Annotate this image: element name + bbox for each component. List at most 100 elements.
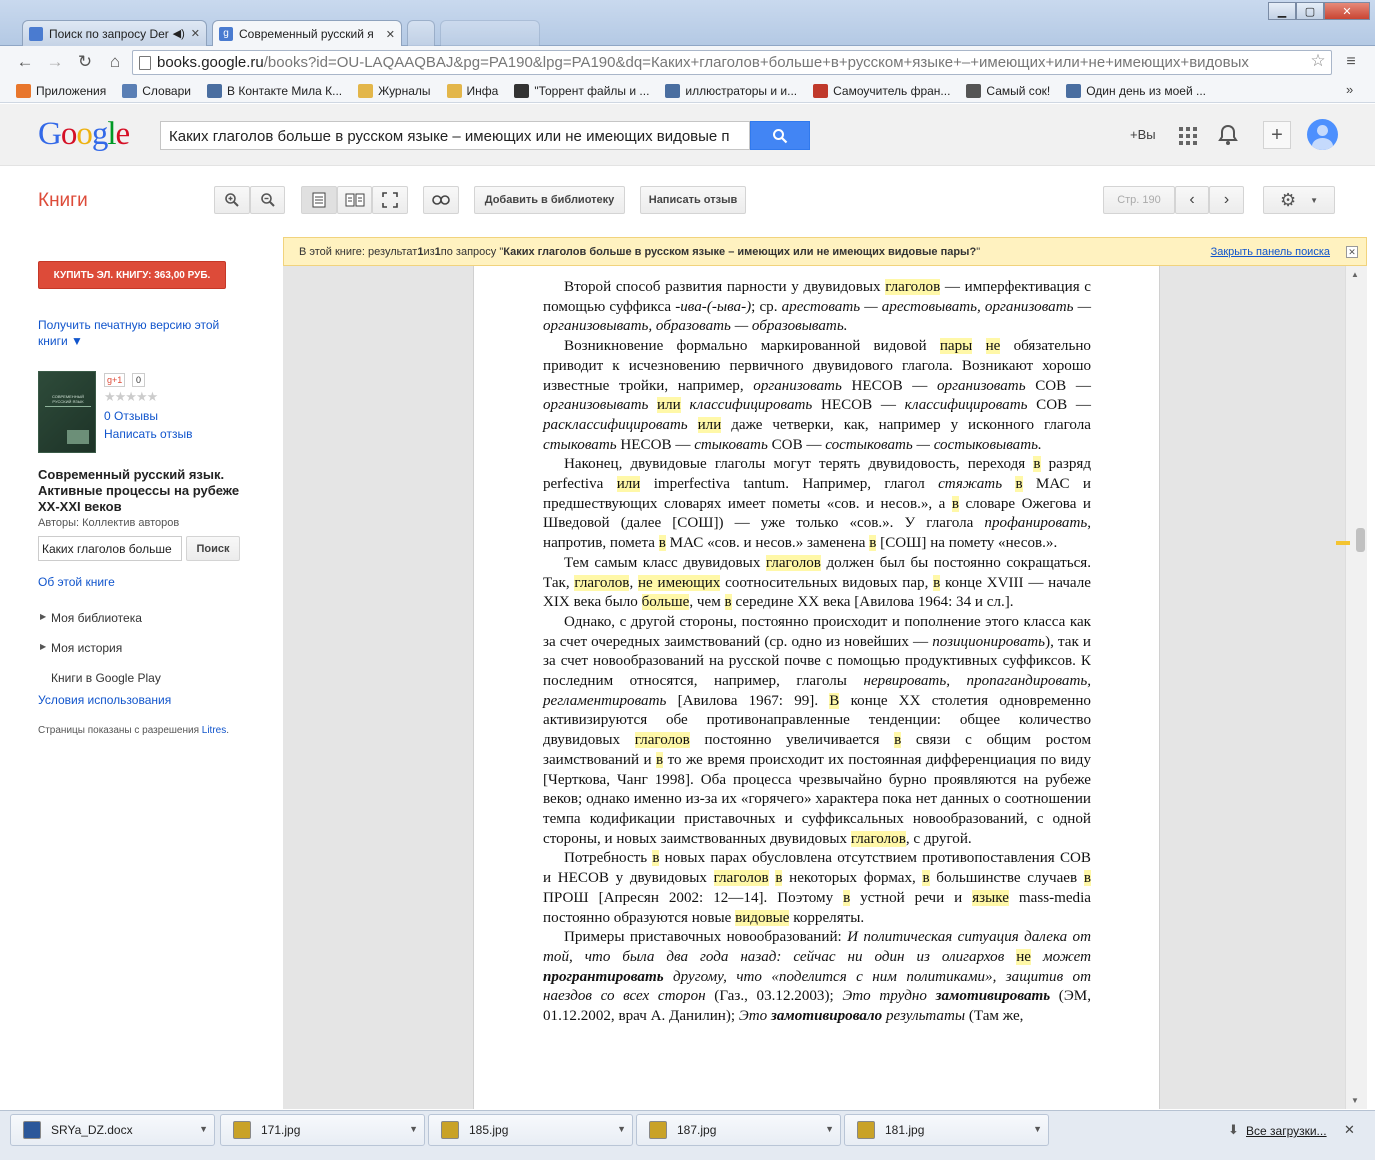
close-search-panel-link[interactable]: Закрыть панель поиска xyxy=(1211,246,1330,258)
zoom-in-button[interactable] xyxy=(214,186,250,214)
buy-ebook-button[interactable]: КУПИТЬ ЭЛ. КНИГУ: 363,00 РУБ. xyxy=(38,261,226,289)
link-icon xyxy=(432,195,450,205)
write-review-button[interactable]: Написать отзыв xyxy=(640,186,746,214)
forward-icon[interactable]: → xyxy=(44,52,66,72)
apps-grid-icon[interactable] xyxy=(1179,127,1197,145)
home-icon[interactable]: ⌂ xyxy=(104,52,126,72)
terms-link[interactable]: Условия использования xyxy=(38,693,171,707)
result-query: Каких глаголов больше в русском языке – … xyxy=(503,245,977,258)
close-icon[interactable]: ✕ xyxy=(386,28,395,41)
bookmark-label: "Торрент файлы и ... xyxy=(534,84,650,98)
bell-icon[interactable] xyxy=(1218,124,1238,151)
address-bar[interactable]: books.google.ru/books?id=OU-LAQAAQBAJ&pg… xyxy=(132,50,1332,75)
book-cover[interactable]: СОВРЕМЕННЫЙ РУССКИЙ ЯЗЫК xyxy=(38,371,96,453)
book-search-button[interactable]: Поиск xyxy=(186,536,240,561)
bookmark-icon xyxy=(16,84,31,98)
download-item[interactable]: 181.jpg ▼ xyxy=(844,1114,1049,1146)
tab-new[interactable] xyxy=(407,20,435,46)
reload-icon[interactable]: ↻ xyxy=(74,52,96,72)
bookmark-label: Приложения xyxy=(36,84,107,98)
search-icon xyxy=(773,128,788,143)
bookmark-label: Один день из моей ... xyxy=(1086,84,1207,98)
books-title[interactable]: Книги xyxy=(38,190,88,212)
minimize-icon[interactable]: ▁ xyxy=(1268,2,1296,20)
gplus-button[interactable]: g+1 xyxy=(104,373,126,387)
scrollbar[interactable] xyxy=(1345,266,1367,1109)
chevron-down-icon[interactable]: ▼ xyxy=(409,1124,418,1134)
download-filename: 171.jpg xyxy=(261,1123,301,1137)
add-to-library-button[interactable]: Добавить в библиотеку xyxy=(474,186,625,214)
print-version-link[interactable]: Получить печатную версию этой книги ▼ xyxy=(38,317,248,349)
scroll-up-icon[interactable]: ▲ xyxy=(1351,270,1359,279)
bookmark-item[interactable]: "Торрент файлы и ... xyxy=(514,84,649,98)
google-play-books-link[interactable]: Книги в Google Play xyxy=(51,671,161,685)
close-icon[interactable]: ✕ xyxy=(191,27,200,40)
maximize-icon[interactable]: ▢ xyxy=(1296,2,1324,20)
bookmark-label: Самоучитель фран... xyxy=(833,84,951,98)
book-search-input[interactable]: Каких глаголов больше xyxy=(38,536,182,561)
google-logo[interactable]: Google xyxy=(38,116,130,153)
star-icon[interactable]: ☆ xyxy=(1307,51,1329,71)
window-close-icon[interactable]: ✕ xyxy=(1324,2,1370,20)
two-page-button[interactable] xyxy=(337,186,372,214)
avatar[interactable] xyxy=(1307,119,1338,150)
single-page-button[interactable] xyxy=(301,186,337,214)
google-plus-link[interactable]: +Вы xyxy=(1130,127,1156,142)
download-item[interactable]: SRYa_DZ.docx ▼ xyxy=(10,1114,215,1146)
download-item[interactable]: 185.jpg ▼ xyxy=(428,1114,633,1146)
bookmark-item[interactable]: Инфа xyxy=(446,84,498,98)
write-review-link[interactable]: Написать отзыв xyxy=(104,427,192,441)
all-downloads-link[interactable]: Все загрузки... xyxy=(1246,1124,1327,1138)
chevron-down-icon[interactable]: ▼ xyxy=(825,1124,834,1134)
close-icon[interactable]: ✕ xyxy=(1344,1122,1355,1138)
speaker-icon: ◀) xyxy=(172,28,185,40)
zoom-out-button[interactable] xyxy=(250,186,285,214)
bookmark-item[interactable]: Самоучитель фран... xyxy=(813,84,950,98)
close-icon[interactable]: ✕ xyxy=(1346,246,1358,258)
bookmark-icon xyxy=(358,84,374,98)
result-text: " xyxy=(976,245,981,258)
my-library-link[interactable]: Моя библиотека xyxy=(51,611,142,625)
page-number: Стр. 190 xyxy=(1103,186,1175,214)
bookmark-item[interactable]: Приложения xyxy=(16,84,106,98)
bookmark-item[interactable]: Журналы xyxy=(358,84,431,98)
chevron-down-icon[interactable]: ▼ xyxy=(199,1124,208,1134)
bookmark-item[interactable]: Один день из моей ... xyxy=(1066,84,1206,98)
share-plus-icon[interactable]: + xyxy=(1263,121,1291,149)
paragraph: Потребность в новых парах обусловлена от… xyxy=(543,850,1091,926)
tab-search[interactable]: Поиск по запросу Der ◀) ✕ xyxy=(22,20,207,46)
chevron-down-icon[interactable]: ▼ xyxy=(1033,1124,1042,1134)
download-item[interactable]: 187.jpg ▼ xyxy=(636,1114,841,1146)
bookmark-item[interactable]: Самый сок! xyxy=(966,84,1050,98)
cover-title: СОВРЕМЕННЫЙ РУССКИЙ ЯЗЫК xyxy=(51,394,85,404)
bookmark-item[interactable]: В Контакте Мила К... xyxy=(207,84,342,98)
about-book-link[interactable]: Об этой книге xyxy=(38,575,115,589)
permission-note: Страницы показаны с разрешения Litres. xyxy=(38,725,229,736)
url-path: /books?id=OU-LAQAAQBAJ&pg=PA190&lpg=PA19… xyxy=(263,54,1249,71)
zoom-in-icon xyxy=(225,193,239,207)
scroll-down-icon[interactable]: ▼ xyxy=(1351,1096,1359,1105)
chevron-down-icon[interactable]: ▼ xyxy=(617,1124,626,1134)
bookmark-item[interactable]: иллюстраторы и и... xyxy=(665,84,797,98)
bookmark-item[interactable]: Словари xyxy=(122,84,191,98)
google-search-button[interactable] xyxy=(750,121,810,150)
my-history-link[interactable]: Моя история xyxy=(51,641,122,655)
file-icon xyxy=(441,1121,459,1139)
result-text: по запросу " xyxy=(440,245,504,258)
google-search-input[interactable]: Каких глаголов больше в русском языке – … xyxy=(160,121,750,150)
litres-link[interactable]: Litres xyxy=(202,725,226,736)
reviews-link[interactable]: 0 Отзывы xyxy=(104,409,158,423)
more-bookmarks-icon[interactable]: » xyxy=(1346,82,1353,97)
scrollbar-thumb[interactable] xyxy=(1356,528,1365,552)
settings-button[interactable]: ⚙ ▼ xyxy=(1263,186,1335,214)
next-page-button[interactable]: › xyxy=(1209,186,1244,214)
prev-page-button[interactable]: ‹ xyxy=(1175,186,1209,214)
download-item[interactable]: 171.jpg ▼ xyxy=(220,1114,425,1146)
fullscreen-button[interactable] xyxy=(372,186,408,214)
link-button[interactable] xyxy=(423,186,459,214)
tab-books[interactable]: g Современный русский я ✕ xyxy=(212,20,402,47)
back-icon[interactable]: ← xyxy=(14,52,36,72)
menu-icon[interactable]: ≡ xyxy=(1340,52,1362,72)
bookmark-icon xyxy=(514,84,530,98)
paragraph: Однако, с другой стороны, постоянно прои… xyxy=(543,613,1091,847)
